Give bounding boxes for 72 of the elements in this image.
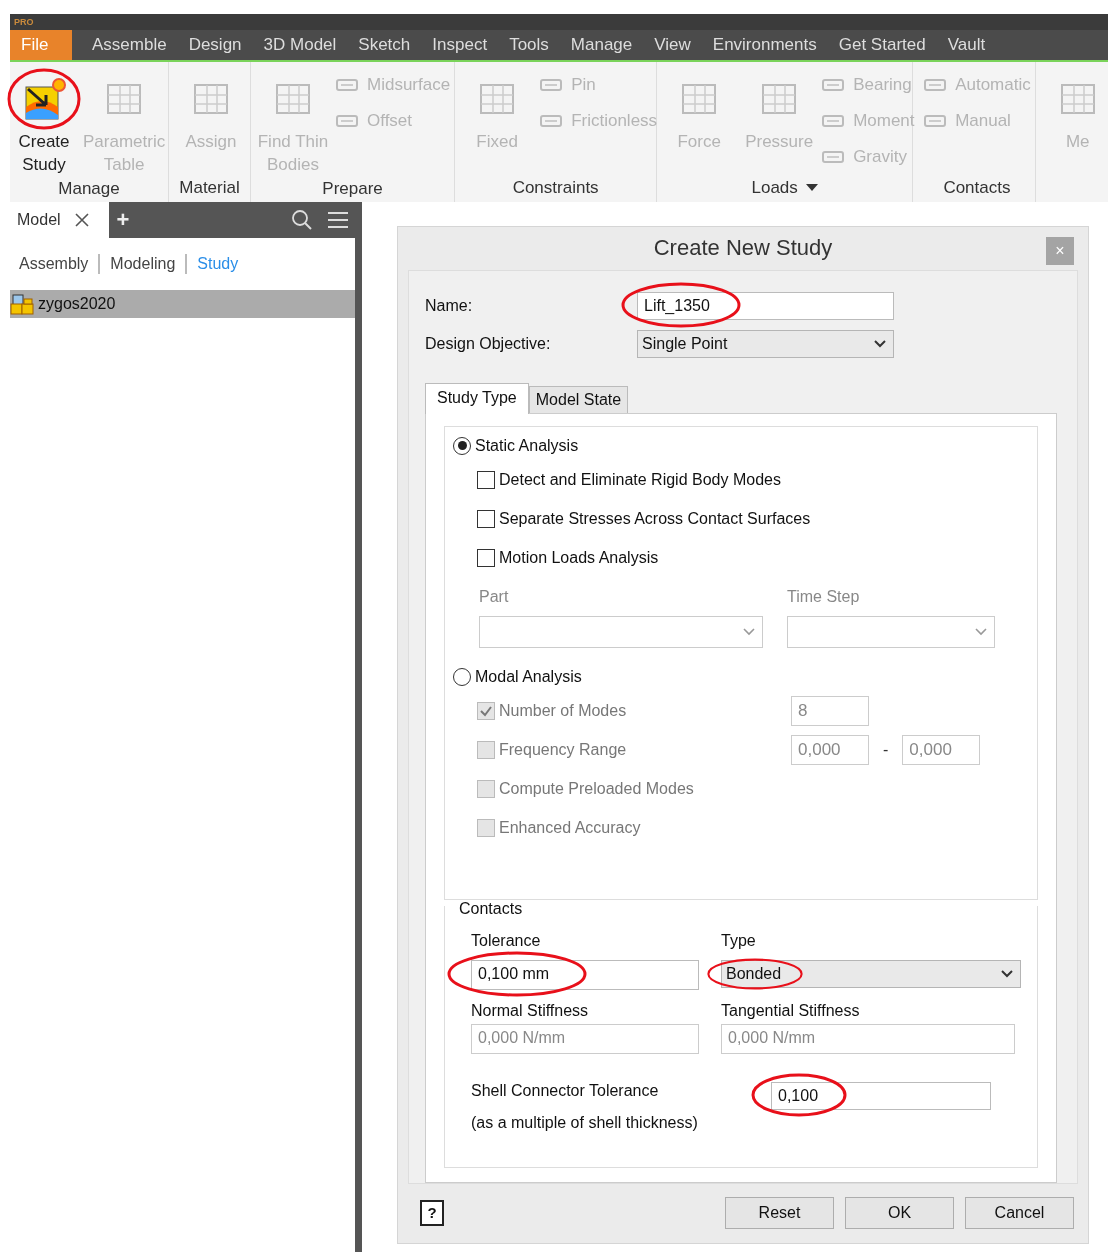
checkbox[interactable] xyxy=(477,471,495,490)
group-label: Manage xyxy=(58,179,120,199)
chevron-icon xyxy=(873,338,887,349)
close-icon[interactable] xyxy=(74,213,89,227)
menu-tab[interactable]: Vault xyxy=(936,30,997,60)
menu-tab[interactable]: View xyxy=(643,30,702,60)
menu-icon[interactable] xyxy=(327,211,349,229)
browser-filter[interactable]: Assembly xyxy=(19,255,89,273)
range-separator: - xyxy=(883,741,889,760)
field-label: Name: xyxy=(425,296,474,315)
checkbox-label: Frequency Range xyxy=(499,741,628,760)
dropdown[interactable]: Single Point xyxy=(637,329,894,358)
field-label: Part xyxy=(479,587,510,606)
checkbox-label: Compute Preloaded Modes xyxy=(499,780,695,799)
dropdown[interactable]: Bonded xyxy=(721,959,1021,988)
help-button[interactable]: ? xyxy=(420,1200,444,1227)
dialog-tab[interactable]: Model State xyxy=(528,385,629,413)
field-label: Design Objective: xyxy=(425,334,552,353)
assembly-icon xyxy=(10,293,36,315)
menu-tab[interactable]: Tools xyxy=(498,30,560,60)
radio-label: Modal Analysis xyxy=(475,667,582,686)
dialog-title: Create New Study xyxy=(653,235,833,262)
field-label: Tangential Stiffness xyxy=(721,1001,861,1020)
ribbon-button[interactable]: Create Study xyxy=(6,68,82,176)
field-label: Type xyxy=(721,931,757,950)
chevron-icon xyxy=(1000,968,1014,979)
chevron-icon xyxy=(742,626,756,637)
radio-button[interactable] xyxy=(453,667,471,686)
checkbox-label: Enhanced Accuracy xyxy=(499,819,642,838)
tree-item[interactable]: zygos2020 xyxy=(10,290,355,318)
menu-tab[interactable]: 3D Model xyxy=(252,30,348,60)
field-label: Time Step xyxy=(787,587,861,606)
checkbox-label: Motion Loads Analysis xyxy=(499,549,659,568)
menu-tab[interactable]: Inspect xyxy=(421,30,499,60)
radio-label: Static Analysis xyxy=(475,436,579,455)
dialog-button[interactable]: Cancel xyxy=(965,1197,1074,1230)
checkbox-label: Detect and Eliminate Rigid Body Modes xyxy=(499,471,781,490)
group-label: Contacts xyxy=(943,178,1011,198)
search-icon[interactable] xyxy=(291,209,313,231)
group-label: Constraints xyxy=(512,178,599,198)
checkbox[interactable] xyxy=(477,510,495,529)
edition-label: PRO xyxy=(14,17,34,27)
checkbox-label: Separate Stresses Across Contact Surfaces xyxy=(499,510,811,529)
text-field[interactable]: 0,100 xyxy=(771,1081,991,1110)
text-field[interactable]: 0,100 mm xyxy=(471,959,699,990)
dialog-button[interactable]: Reset xyxy=(725,1197,834,1230)
study-icon xyxy=(22,77,66,121)
radio-button[interactable] xyxy=(453,436,471,455)
menu-tab[interactable]: Environments xyxy=(701,30,828,60)
group-label: Prepare xyxy=(322,179,383,199)
menu-tab[interactable]: Manage xyxy=(559,30,644,60)
dialog-button[interactable]: OK xyxy=(845,1197,954,1230)
add-tab-button[interactable]: + xyxy=(116,207,130,233)
field-label: Normal Stiffness xyxy=(471,1001,590,1020)
browser-tab[interactable]: Model xyxy=(10,211,67,229)
group-label: Material xyxy=(179,178,240,198)
field-note: (as a multiple of shell thickness) xyxy=(471,1113,699,1132)
browser-filter[interactable]: Study xyxy=(197,255,239,273)
menu-tab[interactable]: Assemble xyxy=(72,30,178,60)
checkbox[interactable] xyxy=(477,549,495,568)
menu-tab[interactable]: Get Started xyxy=(827,30,937,60)
group-label: Loads xyxy=(751,178,798,198)
browser-filter[interactable]: Modeling xyxy=(110,255,176,273)
caret-icon[interactable] xyxy=(805,184,818,192)
chevron-icon xyxy=(974,626,988,637)
field-label: Tolerance xyxy=(471,931,542,950)
checkbox-label: Number of Modes xyxy=(499,702,628,721)
text-field[interactable]: Lift_1350 xyxy=(637,291,894,320)
dialog-tab[interactable]: Study Type xyxy=(425,382,529,414)
menu-tab[interactable]: Design xyxy=(177,30,253,60)
menu-tab[interactable]: Sketch xyxy=(347,30,422,60)
field-label: Shell Connector Tolerance xyxy=(471,1081,660,1100)
